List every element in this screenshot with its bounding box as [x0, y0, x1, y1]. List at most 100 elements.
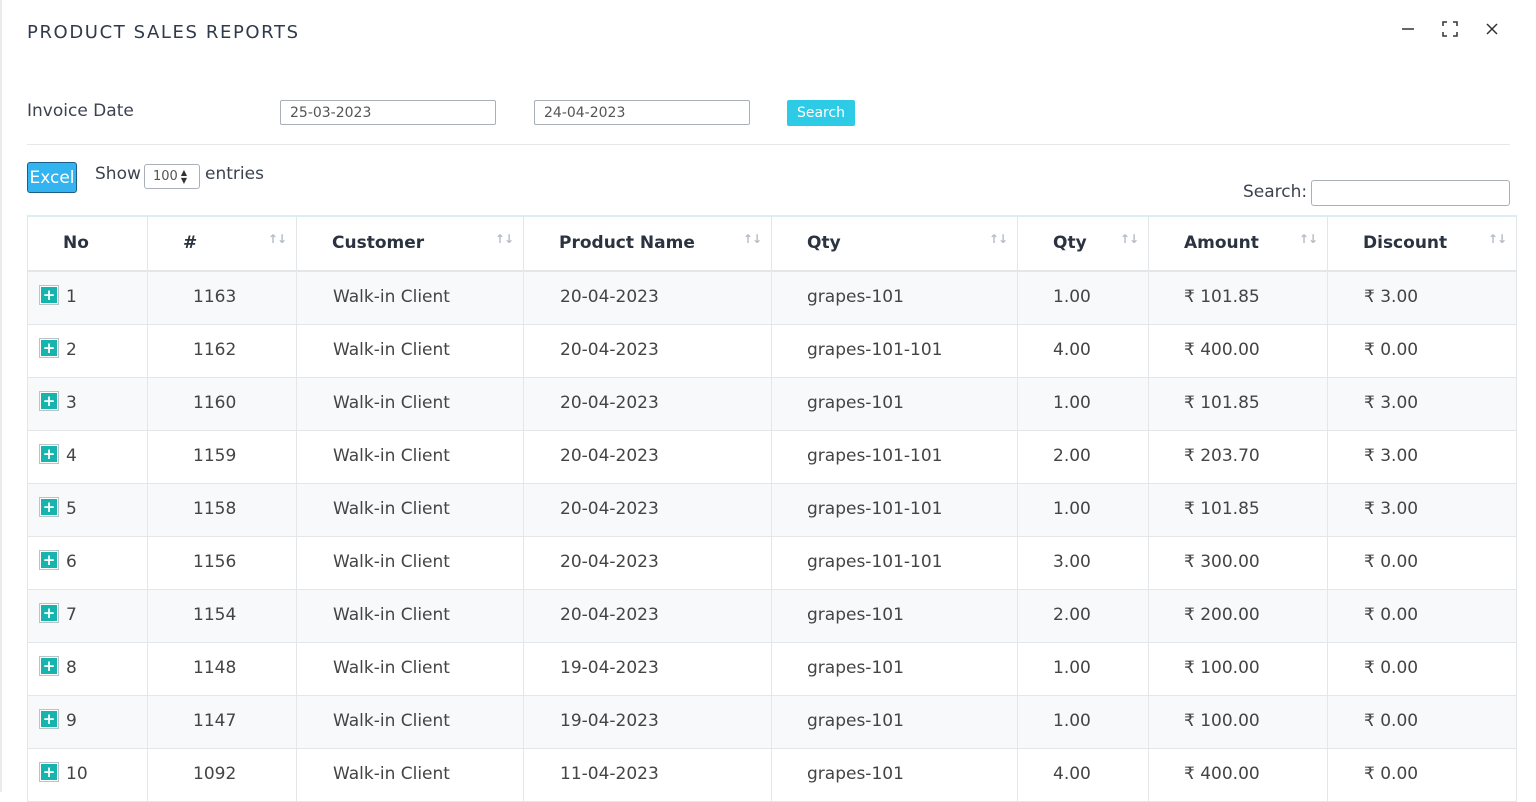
table-row: +7 1154 Walk-in Client 20-04-2023 grapes-101…	[27, 589, 1517, 643]
cell-discount: ₹ 0.00	[1327, 748, 1517, 802]
expand-row-button[interactable]: +	[39, 444, 59, 464]
sort-icon[interactable]: ↑↓	[1120, 232, 1139, 246]
cell-qty1-value: grapes-101	[807, 605, 904, 625]
cell-qty1-value: grapes-101-101	[807, 552, 943, 572]
maximize-button[interactable]	[1439, 18, 1461, 40]
cell-amount-value: ₹ 203.70	[1184, 446, 1260, 466]
expand-row-button[interactable]: +	[39, 285, 59, 305]
cell-customer: Walk-in Client	[296, 695, 524, 749]
cell-product-value: 11-04-2023	[560, 764, 659, 784]
cell-amount-value: ₹ 200.00	[1184, 605, 1260, 625]
cell-discount: ₹ 0.00	[1327, 324, 1517, 378]
cell-no: +5	[27, 483, 148, 537]
column-header-qty[interactable]: Qty ↑↓	[771, 215, 1018, 272]
column-header-no[interactable]: No	[27, 215, 148, 272]
spinner-icon: ▲ ▼	[180, 168, 187, 185]
cell-id: 1154	[147, 589, 297, 643]
search-button[interactable]: Search	[787, 100, 855, 126]
cell-no: +3	[27, 377, 148, 431]
cell-qty2: 3.00	[1017, 536, 1149, 590]
entries-label: entries	[205, 164, 264, 184]
expand-row-button[interactable]: +	[39, 497, 59, 517]
column-header-qty-2[interactable]: Qty ↑↓	[1017, 215, 1149, 272]
cell-qty1: grapes-101	[771, 377, 1018, 431]
cell-id: 1147	[147, 695, 297, 749]
plus-icon: +	[41, 657, 57, 675]
cell-qty1: grapes-101	[771, 748, 1018, 802]
cell-discount-value: ₹ 3.00	[1364, 446, 1419, 466]
table-search-input[interactable]	[1311, 180, 1510, 206]
sort-icon[interactable]: ↑↓	[989, 232, 1008, 246]
cell-discount-value: ₹ 3.00	[1364, 499, 1419, 519]
sort-icon[interactable]: ↑↓	[1299, 232, 1318, 246]
cell-discount: ₹ 3.00	[1327, 377, 1517, 431]
column-header-discount[interactable]: Discount ↑↓	[1327, 215, 1517, 272]
minimize-button[interactable]	[1397, 18, 1419, 40]
column-header-id[interactable]: # ↑↓	[147, 215, 297, 272]
sort-icon[interactable]: ↑↓	[268, 232, 287, 246]
expand-row-button[interactable]: +	[39, 391, 59, 411]
divider	[27, 144, 1510, 145]
column-header-customer[interactable]: Customer ↑↓	[296, 215, 524, 272]
cell-qty1-value: grapes-101-101	[807, 340, 943, 360]
cell-customer-value: Walk-in Client	[333, 446, 450, 466]
cell-product: 20-04-2023	[523, 589, 772, 643]
cell-product: 20-04-2023	[523, 324, 772, 378]
cell-customer-value: Walk-in Client	[333, 340, 450, 360]
table-row: +1 1163 Walk-in Client 20-04-2023 grapes-101…	[27, 270, 1517, 325]
expand-row-button[interactable]: +	[39, 709, 59, 729]
row-number: 9	[66, 711, 77, 731]
cell-qty1-value: grapes-101	[807, 764, 904, 784]
cell-amount: ₹ 400.00	[1148, 748, 1328, 802]
excel-export-button[interactable]: Excel	[27, 162, 77, 193]
column-header-product-name[interactable]: Product Name ↑↓	[523, 215, 772, 272]
close-icon	[1486, 23, 1498, 35]
cell-customer-value: Walk-in Client	[333, 764, 450, 784]
cell-qty1: grapes-101-101	[771, 483, 1018, 537]
expand-row-button[interactable]: +	[39, 338, 59, 358]
cell-customer: Walk-in Client	[296, 589, 524, 643]
cell-qty2-value: 2.00	[1053, 605, 1091, 625]
column-header-amount[interactable]: Amount ↑↓	[1148, 215, 1328, 272]
cell-qty1: grapes-101-101	[771, 430, 1018, 484]
to-date-input[interactable]	[534, 100, 750, 125]
table-row: +3 1160 Walk-in Client 20-04-2023 grapes-101…	[27, 377, 1517, 431]
cell-customer: Walk-in Client	[296, 270, 524, 325]
cell-discount-value: ₹ 0.00	[1364, 340, 1419, 360]
cell-customer-value: Walk-in Client	[333, 393, 450, 413]
cell-qty2: 2.00	[1017, 430, 1149, 484]
row-number: 1	[66, 287, 77, 307]
cell-amount-value: ₹ 101.85	[1184, 287, 1260, 307]
cell-qty2-value: 4.00	[1053, 764, 1091, 784]
row-number: 2	[66, 340, 77, 360]
cell-qty1: grapes-101-101	[771, 324, 1018, 378]
cell-customer-value: Walk-in Client	[333, 499, 450, 519]
entries-select[interactable]: 100 ▲ ▼	[144, 164, 200, 189]
sort-icon[interactable]: ↑↓	[1488, 232, 1507, 246]
cell-qty2-value: 3.00	[1053, 552, 1091, 572]
cell-qty2: 1.00	[1017, 642, 1149, 696]
table-row: +6 1156 Walk-in Client 20-04-2023 grapes-101…	[27, 536, 1517, 590]
cell-qty2-value: 4.00	[1053, 340, 1091, 360]
table-row: +4 1159 Walk-in Client 20-04-2023 grapes-101…	[27, 430, 1517, 484]
cell-discount: ₹ 0.00	[1327, 536, 1517, 590]
cell-qty2: 4.00	[1017, 748, 1149, 802]
cell-id-value: 1148	[193, 658, 237, 678]
cell-product: 20-04-2023	[523, 430, 772, 484]
expand-row-button[interactable]: +	[39, 762, 59, 782]
sort-icon[interactable]: ↑↓	[743, 232, 762, 246]
expand-row-button[interactable]: +	[39, 550, 59, 570]
cell-no: +6	[27, 536, 148, 590]
expand-row-button[interactable]: +	[39, 603, 59, 623]
cell-customer: Walk-in Client	[296, 642, 524, 696]
cell-discount: ₹ 3.00	[1327, 483, 1517, 537]
expand-row-button[interactable]: +	[39, 656, 59, 676]
cell-id-value: 1147	[193, 711, 237, 731]
plus-icon: +	[41, 339, 57, 357]
cell-customer: Walk-in Client	[296, 536, 524, 590]
sort-icon[interactable]: ↑↓	[495, 232, 514, 246]
row-number: 6	[66, 552, 77, 572]
window-border	[0, 0, 2, 792]
from-date-input[interactable]	[280, 100, 496, 125]
close-button[interactable]	[1481, 18, 1503, 40]
